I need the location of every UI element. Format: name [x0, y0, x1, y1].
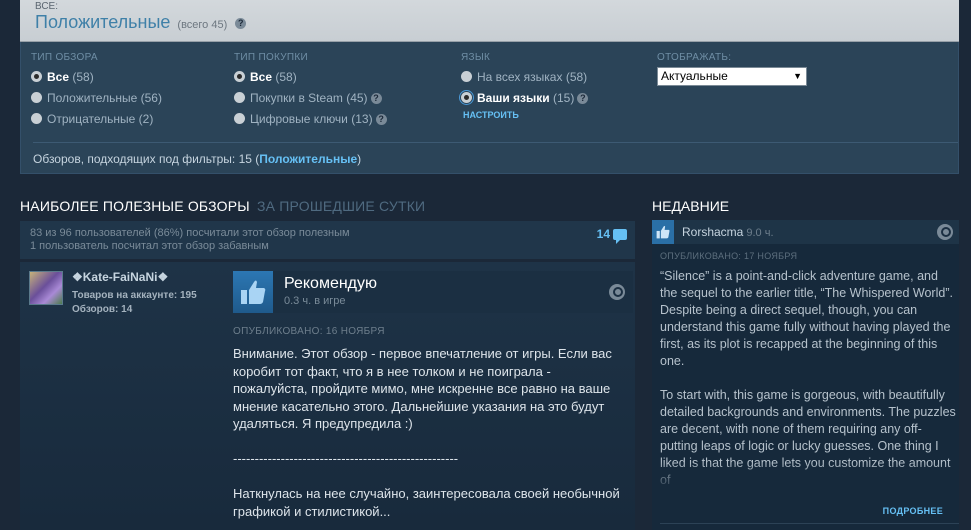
filter-header: ОТОБРАЖАТЬ:	[657, 52, 732, 63]
radio-icon[interactable]	[461, 71, 472, 83]
radio-icon[interactable]	[234, 71, 245, 83]
recent-review-card: Rorshacma 9.0 ч. ОПУБЛИКОВАНО: 17 НОЯБРЯ …	[652, 220, 959, 530]
review-filters: ТИП ОБЗОРА Все (58) Положительные (56) О…	[20, 42, 959, 174]
radio-icon[interactable]	[31, 71, 42, 83]
divider	[660, 523, 959, 524]
filter-header: ТИП ОБЗОРА	[31, 52, 98, 63]
recent-hours: 9.0 ч.	[746, 227, 774, 239]
most-helpful-period[interactable]: ЗА ПРОШЕДШИЕ СУТКИ	[257, 198, 425, 214]
steam-icon	[937, 224, 953, 240]
filter-language: ЯЗЫК На всех языках (58) Ваши языки (15)…	[459, 52, 589, 120]
posted-date: ОПУБЛИКОВАНО: 16 НОЯБРЯ	[233, 326, 385, 337]
radio-icon[interactable]	[234, 92, 245, 104]
filter-display: ОТОБРАЖАТЬ: Актуальные ▼	[657, 52, 807, 86]
author-products[interactable]: Товаров на аккаунте: 195	[72, 290, 197, 301]
recent-review-text: “Silence” is a point-and-click adventure…	[660, 269, 956, 487]
review-text: Внимание. Этот обзор - первое впечатлени…	[233, 346, 620, 519]
read-more-link[interactable]: ПОДРОБНЕЕ	[883, 506, 943, 516]
filter-purchase-type: ТИП ПОКУПКИ Все (58) Покупки в Steam (45…	[234, 52, 387, 130]
recent-heading: НЕДАВНИЕ	[652, 198, 730, 214]
summary-label: ВСЕ:	[35, 1, 59, 12]
divider	[33, 142, 958, 143]
review-author[interactable]: ❖Kate-FaiNaNi❖	[72, 270, 168, 284]
help-icon[interactable]: ?	[577, 93, 589, 105]
filter-match-count: Обзоров, подходящих под фильтры: 15 (Пол…	[33, 152, 362, 166]
filter-option-positive[interactable]: Положительные (56)	[31, 88, 162, 109]
author-reviews[interactable]: Обзоров: 14	[72, 304, 132, 315]
comment-bubble-icon	[613, 229, 627, 245]
recent-posted-date: ОПУБЛИКОВАНО: 17 НОЯБРЯ	[660, 251, 798, 261]
thumbs-up-icon	[233, 271, 273, 313]
match-filter-link[interactable]: Положительные	[259, 152, 357, 166]
thumbs-up-icon	[652, 220, 674, 244]
filter-option-steam-purchases[interactable]: Покупки в Steam (45)?	[234, 88, 387, 109]
summary-total: (всего 45)	[177, 19, 228, 31]
funny-line: 1 пользователь посчитал этот обзор забав…	[30, 240, 269, 252]
helpful-line: 83 из 96 пользователей (86%) посчитали э…	[30, 227, 350, 239]
verdict-title: Рекомендую	[284, 275, 378, 292]
help-icon[interactable]: ?	[235, 17, 247, 29]
radio-icon[interactable]	[234, 113, 245, 125]
filter-option-your-languages[interactable]: Ваши языки (15)?	[459, 88, 589, 109]
filter-review-type: ТИП ОБЗОРА Все (58) Положительные (56) О…	[31, 52, 162, 130]
help-icon[interactable]: ?	[370, 93, 382, 105]
recent-review-body: “Silence” is a point-and-click adventure…	[660, 268, 956, 492]
configure-languages-link[interactable]: НАСТРОИТЬ	[463, 110, 588, 120]
radio-icon[interactable]	[31, 92, 42, 104]
filter-header: ТИП ПОКУПКИ	[234, 52, 309, 63]
filter-option-digital-keys[interactable]: Цифровые ключи (13)?	[234, 109, 387, 130]
recent-review-author[interactable]: Rorshacma 9.0 ч.	[682, 225, 774, 239]
radio-icon[interactable]	[459, 90, 474, 106]
hours-played: 0.3 ч. в игре	[284, 295, 346, 307]
review-summary: ВСЕ: Положительные (всего 45) ?	[20, 0, 959, 42]
dropdown-arrow-icon: ▼	[793, 71, 802, 81]
help-icon[interactable]: ?	[375, 114, 387, 126]
filter-header: ЯЗЫК	[461, 52, 491, 63]
filter-option-all[interactable]: Все (58)	[31, 67, 162, 88]
recent-review-header: Rorshacma 9.0 ч.	[652, 220, 959, 244]
most-helpful-heading: НАИБОЛЕЕ ПОЛЕЗНЫЕ ОБЗОРЫ ЗА ПРОШЕДШИЕ СУ…	[20, 198, 426, 214]
filter-option-all-languages[interactable]: На всех языках (58)	[461, 67, 588, 88]
steam-icon	[609, 284, 625, 300]
display-select[interactable]: Актуальные ▼	[657, 67, 807, 86]
review-verdict[interactable]: Рекомендую 0.3 ч. в игре	[233, 271, 633, 313]
filter-option-all-purchases[interactable]: Все (58)	[234, 67, 387, 88]
filter-option-negative[interactable]: Отрицательные (2)	[31, 109, 162, 130]
text-fade	[660, 462, 956, 492]
review-card: ❖Kate-FaiNaNi❖ Товаров на аккаунте: 195 …	[20, 262, 635, 530]
radio-icon[interactable]	[31, 113, 42, 125]
helpful-info: 83 из 96 пользователей (86%) посчитали э…	[20, 221, 635, 259]
summary-rating-text: Положительные	[35, 12, 171, 32]
summary-rating: Положительные (всего 45) ?	[35, 12, 247, 33]
comments-link[interactable]: 14	[597, 227, 627, 245]
avatar[interactable]	[29, 271, 63, 305]
